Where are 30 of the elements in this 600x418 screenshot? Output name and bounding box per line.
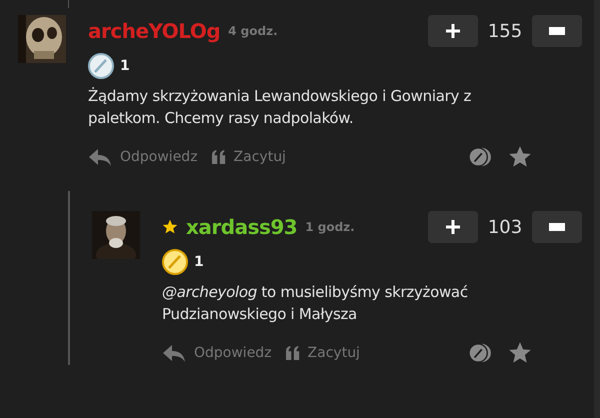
reply-link[interactable]: Odpowiedz <box>162 344 272 362</box>
comment-text: Żądamy skrzyżowania Lewandowskiego i Gowniary z paletkom. Chcemy rasy nadpolaków. <box>88 86 472 129</box>
quote-icon <box>286 345 300 361</box>
star-icon[interactable] <box>508 341 532 365</box>
quote-icon <box>212 149 226 165</box>
username[interactable]: archeYOLOg <box>88 19 220 43</box>
downvote-button[interactable] <box>532 15 582 47</box>
quote-link[interactable]: Zacytuj <box>212 149 286 165</box>
minus-icon <box>549 223 565 231</box>
reply-icon <box>162 344 186 362</box>
badge-count: 1 <box>120 58 130 74</box>
coin-icon[interactable] <box>468 147 492 167</box>
plus-icon <box>445 23 461 39</box>
reply-link[interactable]: Odpowiedz <box>88 148 198 166</box>
upvote-button[interactable] <box>428 211 478 243</box>
quote-link[interactable]: Zacytuj <box>286 345 360 361</box>
timestamp: 4 godz. <box>228 24 278 38</box>
upvote-button[interactable] <box>428 15 478 47</box>
vote-count: 155 <box>486 20 524 42</box>
username[interactable]: xardass93 <box>186 215 298 239</box>
vote-count: 103 <box>486 216 524 238</box>
badge-count: 1 <box>194 254 204 270</box>
timestamp: 1 godz. <box>305 220 355 234</box>
minus-icon <box>549 27 565 35</box>
star-icon[interactable] <box>508 145 532 169</box>
downvote-button[interactable] <box>532 211 582 243</box>
coin-icon[interactable] <box>468 343 492 363</box>
comment-text: @archeyolog to musielibyśmy skrzyżować Pudzianowskiego i Małysza <box>162 282 469 325</box>
plus-icon <box>445 219 461 235</box>
reply-icon <box>88 148 112 166</box>
